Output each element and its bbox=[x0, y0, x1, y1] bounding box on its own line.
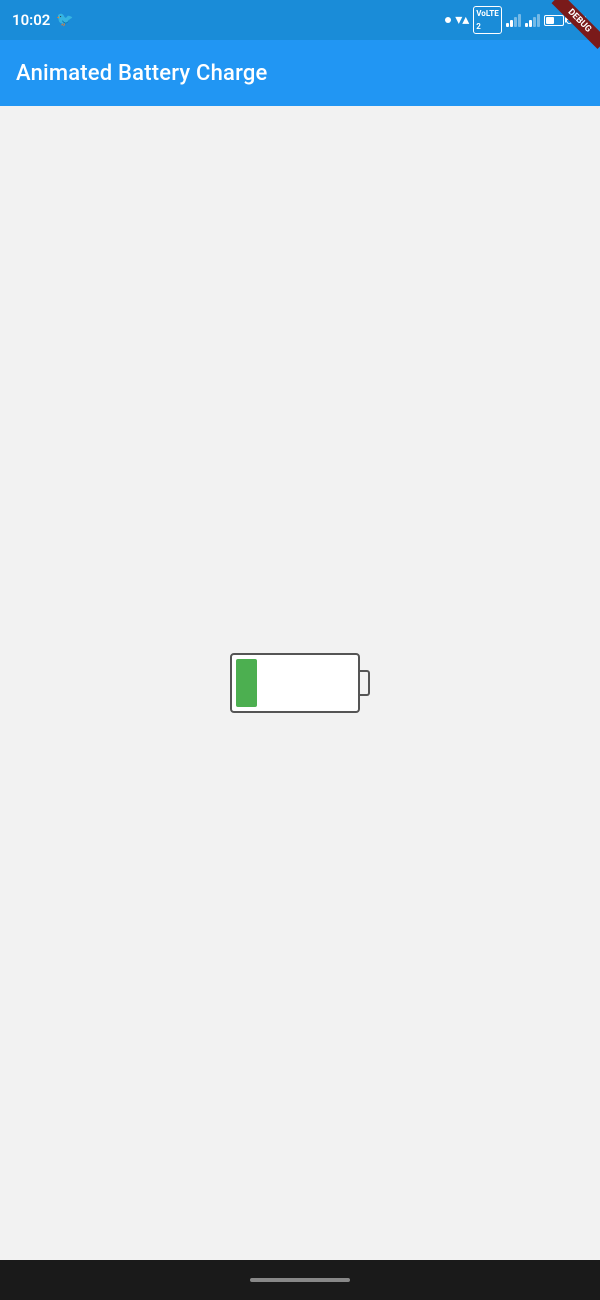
main-content bbox=[0, 106, 600, 1260]
twitter-icon: 🐦 bbox=[56, 12, 73, 28]
signal-bars bbox=[506, 13, 521, 27]
status-time: 10:02 bbox=[12, 11, 50, 29]
home-indicator bbox=[250, 1278, 350, 1282]
battery-body bbox=[230, 653, 360, 713]
signal-bar-4 bbox=[518, 14, 521, 27]
battery-charge-fill bbox=[236, 659, 257, 707]
network-dot bbox=[445, 17, 451, 23]
bottom-nav-bar bbox=[0, 1260, 600, 1300]
signal-bar-1 bbox=[506, 23, 509, 27]
signal-bar-2 bbox=[510, 20, 513, 27]
app-bar: Animated Battery Charge bbox=[0, 40, 600, 106]
battery-animation-container bbox=[230, 653, 370, 713]
status-bar: 10:02 🐦 ▾▴ VoLTE2 52% bbox=[0, 0, 600, 40]
signal-bar-3 bbox=[514, 17, 517, 27]
page-title: Animated Battery Charge bbox=[16, 61, 268, 86]
signal-bars-2 bbox=[525, 13, 540, 27]
signal-bar-6 bbox=[529, 20, 532, 27]
lte-badge: VoLTE2 bbox=[473, 6, 501, 34]
status-bar-left: 10:02 🐦 bbox=[12, 11, 74, 29]
signal-bar-5 bbox=[525, 23, 528, 27]
battery-tip bbox=[360, 670, 370, 696]
signal-bar-7 bbox=[533, 17, 536, 27]
wifi-icon: ▾▴ bbox=[455, 12, 469, 28]
debug-label: DEBUG bbox=[552, 0, 600, 49]
debug-banner: DEBUG bbox=[540, 0, 600, 60]
